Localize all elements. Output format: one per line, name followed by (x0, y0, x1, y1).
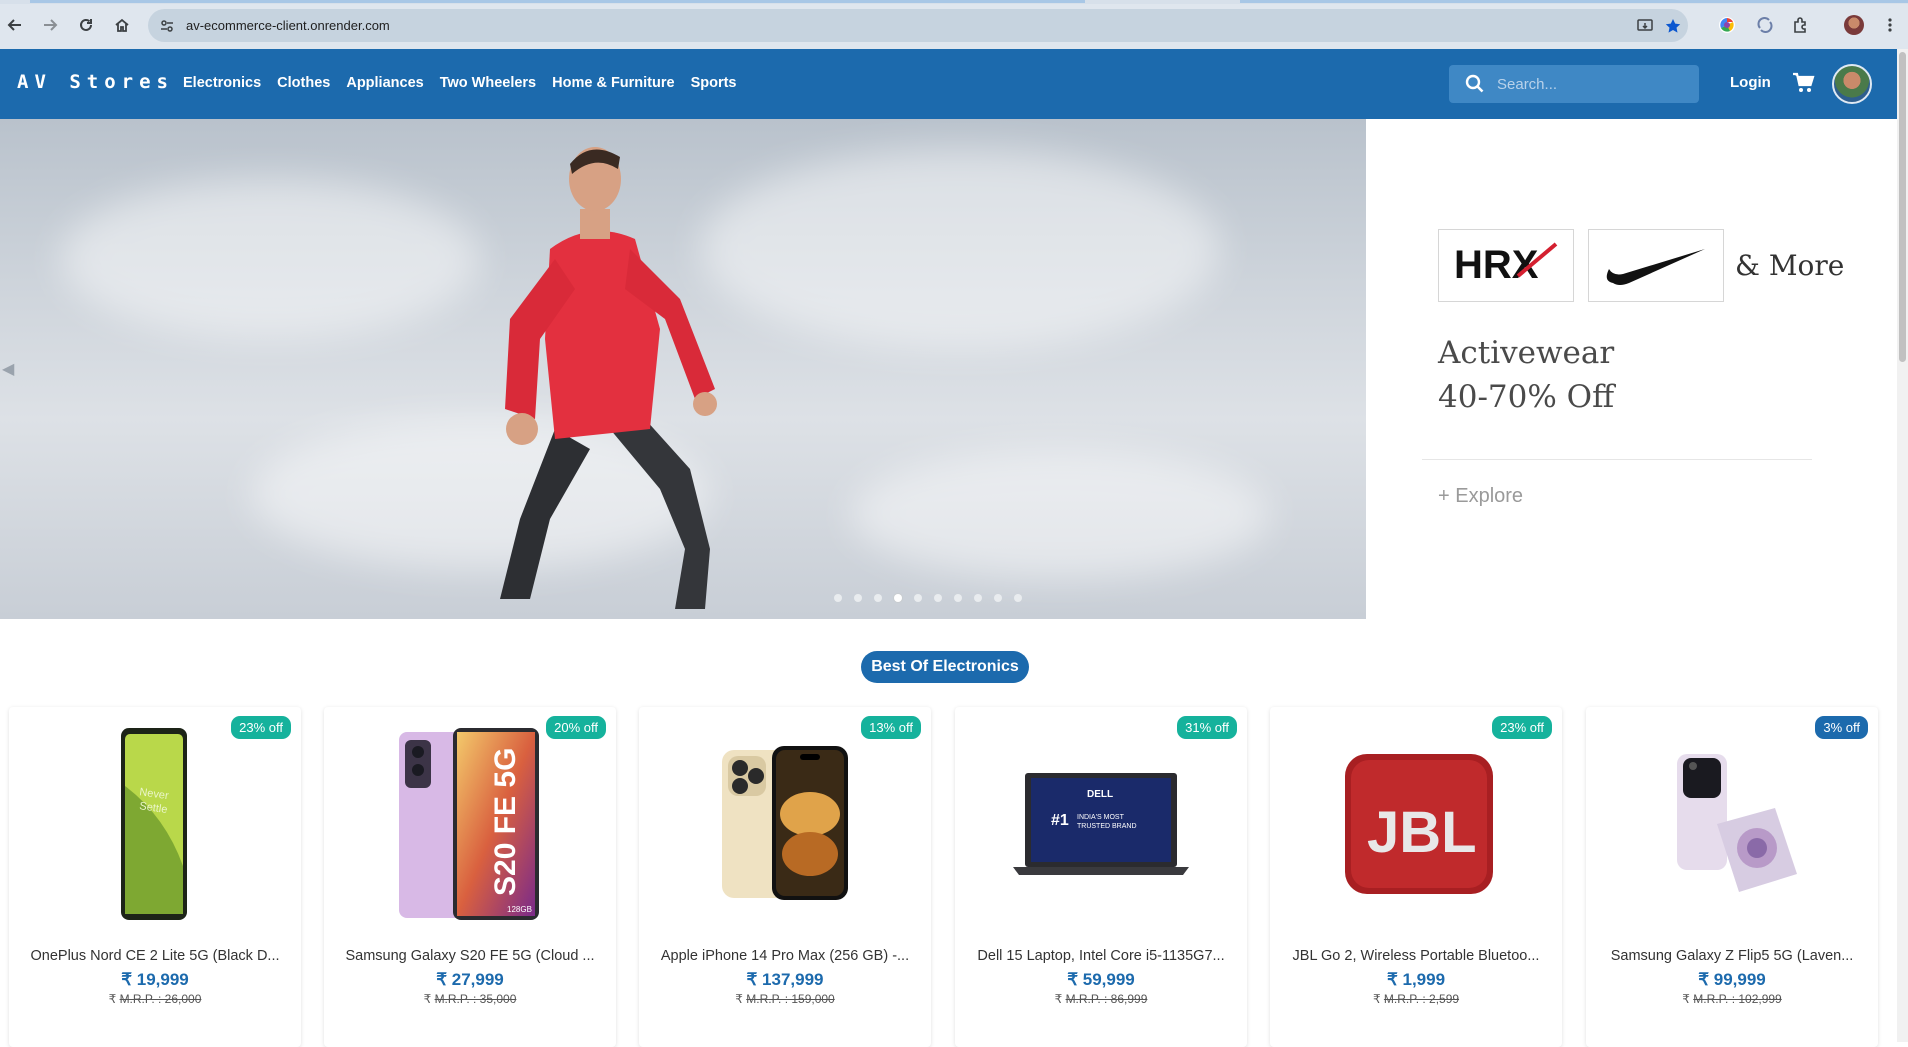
svg-text:S20 FE 5G: S20 FE 5G (489, 748, 522, 896)
app-header: AV Stores Electronics Clothes Appliances… (0, 49, 1897, 119)
product-mrp: ₹ M.R.P. : 26,000 (108, 992, 202, 1006)
carousel-dots (834, 594, 1022, 602)
product-name[interactable]: Samsung Galaxy Z Flip5 5G (Laven... (1586, 948, 1878, 964)
scrollbar-thumb[interactable] (1899, 52, 1906, 362)
brand-logo[interactable]: AV Stores (17, 71, 174, 93)
section-title: Best Of Electronics (861, 651, 1029, 683)
carousel-dot[interactable] (854, 594, 862, 602)
promo-title-line2: 40-70% Off (1438, 379, 1615, 415)
promo-title-line1: Activewear (1438, 335, 1615, 371)
nav-link-clothes[interactable]: Clothes (277, 75, 330, 91)
carousel-dot[interactable] (934, 594, 942, 602)
product-price: ₹ 19,999 (121, 970, 189, 989)
browser-menu-icon[interactable] (1879, 14, 1901, 36)
svg-text:TRUSTED BRAND: TRUSTED BRAND (1077, 823, 1137, 830)
product-image (639, 729, 931, 919)
runner-image (500, 147, 717, 609)
product-price: ₹ 27,999 (436, 970, 504, 989)
product-card[interactable]: 23% off JBL JBL Go 2, Wireless Portable … (1270, 707, 1562, 1047)
product-mrp: ₹ M.R.P. : 102,999 (1682, 992, 1782, 1006)
back-icon[interactable] (3, 13, 27, 37)
url-text[interactable]: av-ecommerce-client.onrender.com (186, 18, 390, 33)
hero-carousel[interactable]: ◀ (0, 119, 1366, 619)
product-image: S20 FE 5G 128GB (324, 728, 616, 920)
login-button[interactable]: Login (1730, 74, 1771, 91)
product-card[interactable]: 23% off Never Settle OnePlus Nord CE 2 L… (9, 707, 301, 1047)
product-price: ₹ 137,999 (746, 970, 824, 989)
forward-icon[interactable] (38, 13, 62, 37)
promo-panel: HRX & More Activewear 40-70% Off + Explo… (1366, 119, 1897, 619)
extensions-puzzle-icon[interactable] (1790, 14, 1812, 36)
product-card[interactable]: 20% off S20 FE 5G 128GB Samsung Galaxy S… (324, 707, 616, 1047)
nike-logo (1588, 229, 1724, 302)
product-image (1586, 729, 1878, 919)
address-bar[interactable]: av-ecommerce-client.onrender.com (148, 9, 1688, 42)
promo-title: Activewear 40-70% Off (1438, 331, 1614, 419)
site-info-icon[interactable] (157, 16, 177, 36)
carousel-dot-active[interactable] (894, 594, 902, 602)
profile-icon[interactable] (1843, 14, 1865, 36)
product-name[interactable]: Samsung Galaxy S20 FE 5G (Cloud ... (324, 948, 616, 964)
product-mrp: ₹ M.R.P. : 86,999 (1054, 992, 1148, 1006)
search-icon (1465, 74, 1485, 99)
sync-extension-icon[interactable] (1754, 14, 1776, 36)
browser-toolbar: av-ecommerce-client.onrender.com (0, 0, 1908, 49)
product-mrp: ₹ M.R.P. : 2,599 (1372, 992, 1460, 1006)
product-card[interactable]: 13% off Apple iPhone 14 Pro Max (256 GB)… (639, 707, 931, 1047)
carousel-dot[interactable] (954, 594, 962, 602)
product-name[interactable]: Dell 15 Laptop, Intel Core i5-1135G7... (955, 948, 1247, 964)
svg-text:DELL: DELL (1087, 789, 1113, 800)
product-mrp: ₹ M.R.P. : 159,000 (735, 992, 835, 1006)
color-extension-icon[interactable] (1716, 14, 1738, 36)
carousel-dot[interactable] (874, 594, 882, 602)
svg-text:JBL: JBL (1367, 800, 1477, 865)
divider (1422, 459, 1812, 460)
product-image: JBL (1270, 729, 1562, 919)
nav-link-electronics[interactable]: Electronics (183, 75, 261, 91)
nav-link-home-furniture[interactable]: Home & Furniture (552, 75, 674, 91)
install-app-icon[interactable] (1636, 16, 1656, 36)
more-brands-text: & More (1735, 249, 1845, 282)
cart-icon[interactable] (1792, 71, 1816, 100)
svg-text:HRX: HRX (1454, 243, 1539, 287)
svg-text:INDIA'S MOST: INDIA'S MOST (1077, 814, 1125, 821)
carousel-dot[interactable] (974, 594, 982, 602)
carousel-dot[interactable] (834, 594, 842, 602)
bookmark-star-icon[interactable] (1663, 16, 1683, 36)
user-avatar[interactable] (1832, 64, 1872, 104)
product-price: ₹ 99,999 (1698, 970, 1766, 989)
reload-icon[interactable] (74, 13, 98, 37)
product-price: ₹ 59,999 (1067, 970, 1135, 989)
search-placeholder: Search... (1497, 76, 1558, 93)
category-nav: Electronics Clothes Appliances Two Wheel… (183, 75, 753, 91)
product-name[interactable]: Apple iPhone 14 Pro Max (256 GB) -... (639, 948, 931, 964)
search-input[interactable]: Search... (1449, 65, 1699, 103)
product-card[interactable]: 3% off Samsung Galaxy Z Flip5 5G (Laven.… (1586, 707, 1878, 1047)
carousel-dot[interactable] (994, 594, 1002, 602)
carousel-dot[interactable] (914, 594, 922, 602)
svg-text:128GB: 128GB (507, 905, 532, 914)
carousel-prev-icon[interactable]: ◀ (2, 359, 14, 379)
product-image: Never Settle (9, 728, 301, 920)
home-icon[interactable] (110, 13, 134, 37)
tab-indicator (1240, 0, 1908, 3)
product-mrp: ₹ M.R.P. : 35,000 (423, 992, 517, 1006)
product-name[interactable]: JBL Go 2, Wireless Portable Bluetoo... (1270, 948, 1562, 964)
product-name[interactable]: OnePlus Nord CE 2 Lite 5G (Black D... (9, 948, 301, 964)
svg-text:#1: #1 (1051, 812, 1069, 829)
tab-indicator (30, 0, 1085, 3)
product-price: ₹ 1,999 (1386, 970, 1446, 989)
explore-link[interactable]: + Explore (1438, 485, 1523, 508)
product-card[interactable]: 31% off DELL #1 INDIA'S MOST TRUSTED BRA… (955, 707, 1247, 1047)
nav-link-sports[interactable]: Sports (691, 75, 737, 91)
product-image: DELL #1 INDIA'S MOST TRUSTED BRAND (955, 729, 1247, 919)
carousel-dot[interactable] (1014, 594, 1022, 602)
hrx-logo: HRX (1438, 229, 1574, 302)
nav-link-appliances[interactable]: Appliances (346, 75, 423, 91)
nav-link-two-wheelers[interactable]: Two Wheelers (440, 75, 536, 91)
